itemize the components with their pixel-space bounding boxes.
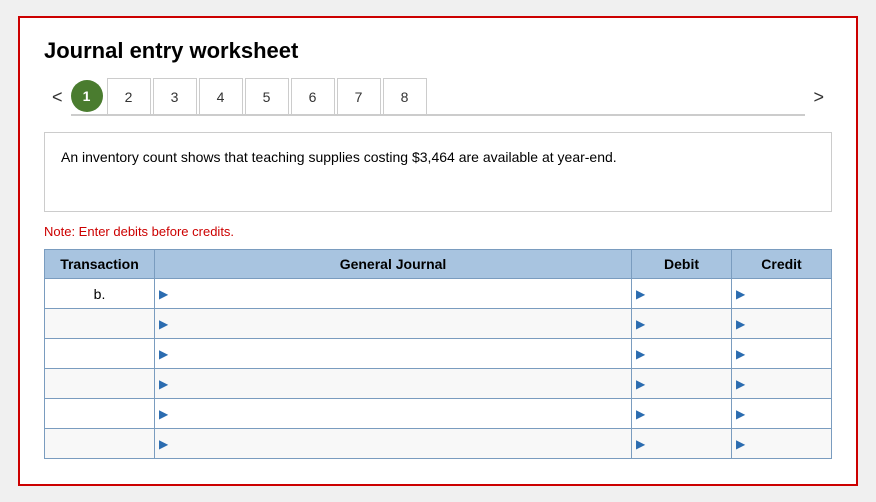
general-journal-cell-2[interactable]: ▶ [155,309,632,339]
tab-4[interactable]: 4 [199,78,243,114]
arrow-icon-c2: ▶ [736,317,745,331]
transaction-cell-3 [45,339,155,369]
arrow-icon-gj3: ▶ [159,347,168,361]
tab-1[interactable]: 1 [71,80,103,112]
header-credit: Credit [732,250,832,279]
general-journal-input-1[interactable] [172,280,627,308]
journal-table: Transaction General Journal Debit Credit… [44,249,832,459]
prev-arrow[interactable]: < [44,87,71,108]
tab-5[interactable]: 5 [245,78,289,114]
general-journal-cell-6[interactable]: ▶ [155,429,632,459]
transaction-cell-4 [45,369,155,399]
debit-input-1[interactable] [649,280,727,308]
credit-cell-3[interactable]: ▶ [732,339,832,369]
general-journal-input-4[interactable] [172,370,627,398]
arrow-icon-c4: ▶ [736,377,745,391]
general-journal-input-6[interactable] [172,430,627,458]
debit-cell-3[interactable]: ▶ [632,339,732,369]
table-row: ▶ ▶ ▶ [45,399,832,429]
tab-7-label: 7 [355,89,363,105]
nav-row: < 1 2 3 4 5 6 7 8 [44,78,832,116]
page-title: Journal entry worksheet [44,38,832,64]
tab-3-label: 3 [171,89,179,105]
debit-input-2[interactable] [649,310,727,338]
general-journal-input-5[interactable] [172,400,627,428]
arrow-icon-d6: ▶ [636,437,645,451]
arrow-icon-gj2: ▶ [159,317,168,331]
arrow-icon-gj4: ▶ [159,377,168,391]
debit-cell-1[interactable]: ▶ [632,279,732,309]
general-journal-cell-1[interactable]: ▶ [155,279,632,309]
arrow-icon-c5: ▶ [736,407,745,421]
credit-cell-4[interactable]: ▶ [732,369,832,399]
tab-4-label: 4 [217,89,225,105]
credit-input-5[interactable] [749,400,827,428]
header-general-journal: General Journal [155,250,632,279]
transaction-cell-5 [45,399,155,429]
table-row: ▶ ▶ ▶ [45,339,832,369]
transaction-cell-6 [45,429,155,459]
tab-2-label: 2 [125,89,133,105]
general-journal-cell-3[interactable]: ▶ [155,339,632,369]
arrow-icon-d5: ▶ [636,407,645,421]
credit-input-6[interactable] [749,430,827,458]
general-journal-input-3[interactable] [172,340,627,368]
arrow-icon-gj5: ▶ [159,407,168,421]
header-debit: Debit [632,250,732,279]
general-journal-cell-5[interactable]: ▶ [155,399,632,429]
table-row: ▶ ▶ ▶ [45,429,832,459]
arrow-icon-d1: ▶ [636,287,645,301]
arrow-icon-c3: ▶ [736,347,745,361]
credit-input-1[interactable] [749,280,827,308]
tabs-container: 1 2 3 4 5 6 7 8 [71,78,806,116]
general-journal-cell-4[interactable]: ▶ [155,369,632,399]
debit-input-6[interactable] [649,430,727,458]
arrow-icon-c6: ▶ [736,437,745,451]
debit-input-3[interactable] [649,340,727,368]
debit-input-4[interactable] [649,370,727,398]
credit-cell-1[interactable]: ▶ [732,279,832,309]
debit-cell-2[interactable]: ▶ [632,309,732,339]
tab-2[interactable]: 2 [107,78,151,114]
credit-input-4[interactable] [749,370,827,398]
debit-cell-4[interactable]: ▶ [632,369,732,399]
description-box: An inventory count shows that teaching s… [44,132,832,212]
arrow-icon-d2: ▶ [636,317,645,331]
arrow-icon-d3: ▶ [636,347,645,361]
table-header-row: Transaction General Journal Debit Credit [45,250,832,279]
tab-8[interactable]: 8 [383,78,427,114]
header-transaction: Transaction [45,250,155,279]
debit-input-5[interactable] [649,400,727,428]
table-row: ▶ ▶ ▶ [45,369,832,399]
arrow-icon-gj6: ▶ [159,437,168,451]
tab-1-label: 1 [83,88,91,104]
credit-cell-6[interactable]: ▶ [732,429,832,459]
debit-cell-5[interactable]: ▶ [632,399,732,429]
tab-6-label: 6 [309,89,317,105]
credit-input-3[interactable] [749,340,827,368]
tab-5-label: 5 [263,89,271,105]
transaction-cell-1: b. [45,279,155,309]
general-journal-input-2[interactable] [172,310,627,338]
credit-cell-2[interactable]: ▶ [732,309,832,339]
arrow-icon-gj1: ▶ [159,287,168,301]
arrow-icon-d4: ▶ [636,377,645,391]
tab-6[interactable]: 6 [291,78,335,114]
credit-input-2[interactable] [749,310,827,338]
tab-7[interactable]: 7 [337,78,381,114]
tab-3[interactable]: 3 [153,78,197,114]
credit-cell-5[interactable]: ▶ [732,399,832,429]
tab-8-label: 8 [401,89,409,105]
arrow-icon-c1: ▶ [736,287,745,301]
description-text: An inventory count shows that teaching s… [61,149,617,165]
main-container: Journal entry worksheet < 1 2 3 4 5 6 7 [18,16,858,486]
table-row: ▶ ▶ ▶ [45,309,832,339]
next-arrow[interactable]: > [805,87,832,108]
transaction-cell-2 [45,309,155,339]
table-row: b. ▶ ▶ ▶ [45,279,832,309]
debit-cell-6[interactable]: ▶ [632,429,732,459]
note-text: Note: Enter debits before credits. [44,224,832,239]
